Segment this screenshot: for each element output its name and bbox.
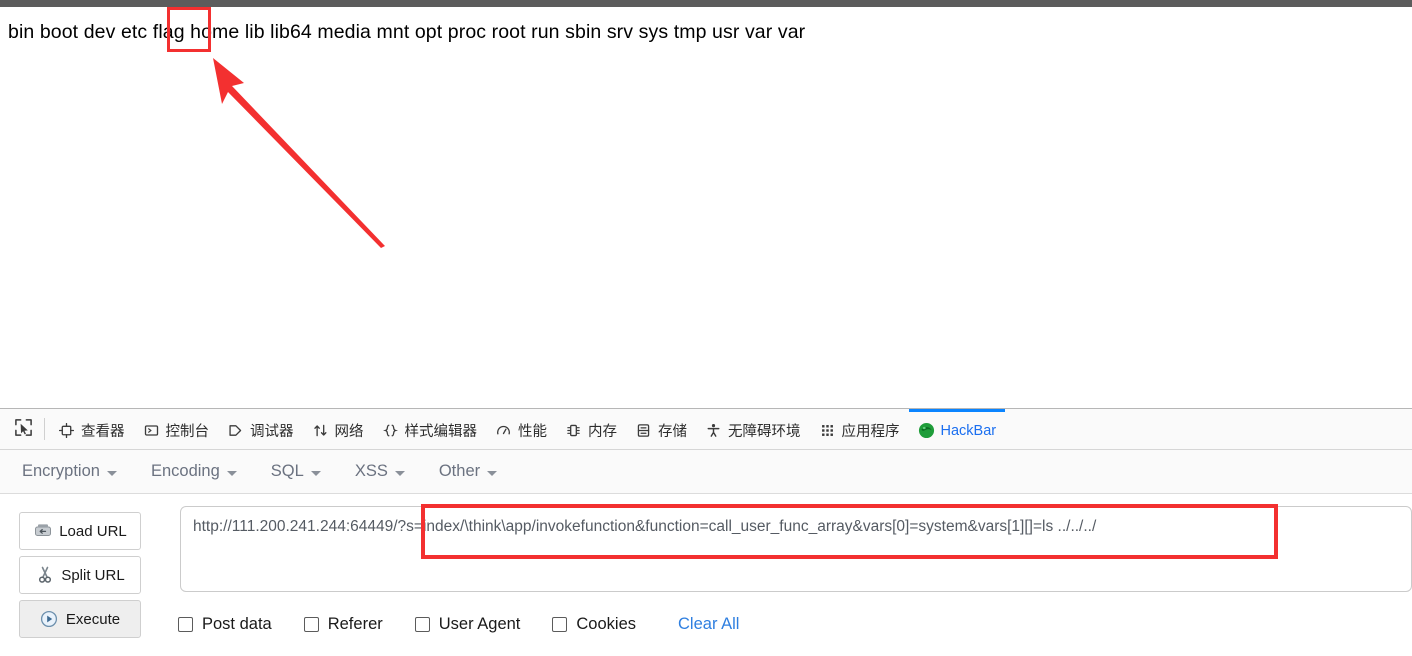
menu-other-label: Other [438,462,481,480]
tab-storage-label: 存储 [658,424,687,440]
tab-hackbar[interactable]: HackBar [908,409,1006,449]
tab-accessibility[interactable]: 无障碍环境 [696,409,810,449]
execute-button[interactable]: Execute [19,600,141,638]
tab-debugger-label: 调试器 [250,424,294,440]
option-cookies[interactable]: Cookies [552,615,636,634]
storage-icon [635,422,652,439]
element-picker-icon [14,418,33,441]
clear-all-link[interactable]: Clear All [678,615,739,634]
option-user-agent[interactable]: User Agent [414,615,521,634]
split-url-button[interactable]: Split URL [19,556,141,594]
tab-performance[interactable]: 性能 [486,409,556,449]
tab-style-editor-label: 样式编辑器 [404,424,478,440]
tab-memory[interactable]: 内存 [556,409,626,449]
hackbar-button-column: Load URL Split URL Execute [19,512,141,644]
chevron-down-icon [487,470,498,476]
browser-chrome-strip [0,0,1412,7]
tab-memory-label: 内存 [588,424,617,440]
chevron-down-icon [310,470,321,476]
chevron-down-icon [226,470,237,476]
menu-encoding[interactable]: Encoding [151,462,237,481]
chevron-down-icon [106,470,117,476]
load-url-button[interactable]: Load URL [19,512,141,550]
annotation-box-url [421,504,1278,559]
referer-checkbox[interactable] [303,617,319,632]
chevron-down-icon [394,470,405,476]
network-icon [312,422,329,439]
tab-application-label: 应用程序 [841,424,900,440]
tab-accessibility-label: 无障碍环境 [728,424,801,440]
hackbar-options-row: Post data Referer User Agent Cookies Cle… [178,615,739,634]
tab-storage[interactable]: 存储 [626,409,696,449]
split-url-label: Split URL [61,566,125,584]
menu-xss[interactable]: XSS [355,462,405,481]
inspector-icon [58,422,75,439]
cookies-label: Cookies [576,615,637,633]
play-icon [40,610,59,629]
menu-encryption[interactable]: Encryption [22,462,117,481]
menu-encryption-label: Encryption [22,462,100,480]
ls-command-output: bin boot dev etc flag home lib lib64 med… [8,21,806,43]
execute-label: Execute [65,610,121,628]
load-url-label: Load URL [59,522,127,540]
tab-console-label: 控制台 [165,424,210,440]
tab-style-editor[interactable]: 样式编辑器 [373,409,487,449]
option-referer[interactable]: Referer [303,615,383,634]
tab-debugger[interactable]: 调试器 [218,409,303,449]
menu-sql[interactable]: SQL [271,462,321,481]
hackbar-menubar: Encryption Encoding SQL XSS Other [0,450,1412,494]
post-data-checkbox[interactable] [178,617,193,632]
tab-inspector-label: 查看器 [81,424,125,440]
performance-icon [495,422,512,439]
user-agent-checkbox[interactable] [414,617,430,632]
menu-xss-label: XSS [354,462,388,480]
tab-network[interactable]: 网络 [303,409,373,449]
post-data-label: Post data [202,615,272,633]
style-editor-icon [382,422,399,439]
tab-network-label: 网络 [334,424,364,440]
element-picker-button[interactable] [6,409,40,449]
screen-root: bin boot dev etc flag home lib lib64 med… [0,0,1412,656]
tab-hackbar-label: HackBar [940,422,997,439]
referer-label: Referer [327,615,383,633]
tab-console[interactable]: 控制台 [134,409,219,449]
tab-inspector[interactable]: 查看器 [49,409,134,449]
annotation-box-flag [167,7,211,52]
load-url-icon [33,522,52,541]
debugger-icon [227,422,244,439]
application-icon [819,422,836,439]
tab-application[interactable]: 应用程序 [810,409,909,449]
memory-icon [565,422,582,439]
accessibility-icon [705,422,722,439]
user-agent-label: User Agent [438,615,521,633]
menu-other[interactable]: Other [438,462,498,481]
tabbar-divider [44,418,45,440]
scissors-icon [35,566,54,585]
cookies-checkbox[interactable] [552,617,568,632]
option-post-data[interactable]: Post data [178,615,272,634]
menu-encoding-label: Encoding [150,462,220,480]
console-icon [143,422,160,439]
devtools-tabbar: 查看器 控制台 调试器 网络 样式编辑器 性能 内存 存储 无障碍环境 应用程序… [0,409,1412,450]
tab-performance-label: 性能 [518,424,547,440]
page-content-area: bin boot dev etc flag home lib lib64 med… [0,7,1412,408]
menu-sql-label: SQL [270,462,304,480]
hackbar-icon [918,422,935,439]
